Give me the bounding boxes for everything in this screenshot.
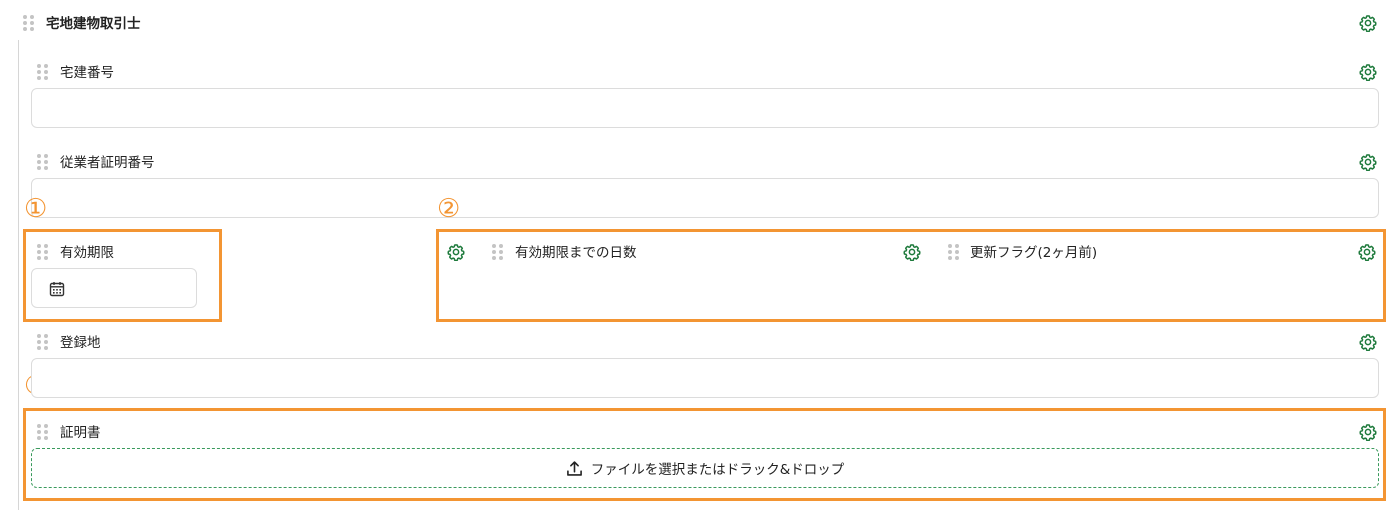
gear-icon[interactable] xyxy=(903,243,921,261)
drag-handle-icon[interactable] xyxy=(37,64,49,80)
gear-icon[interactable] xyxy=(1359,14,1377,32)
registration-place-input[interactable] xyxy=(31,358,1379,398)
upload-icon xyxy=(566,460,582,476)
employee-cert-input[interactable] xyxy=(31,178,1379,218)
drag-handle-icon[interactable] xyxy=(492,244,504,260)
drag-handle-icon[interactable] xyxy=(37,424,49,440)
gear-icon[interactable] xyxy=(1359,153,1377,171)
expiry-date-input[interactable] xyxy=(31,268,197,308)
gear-icon[interactable] xyxy=(1359,63,1377,81)
license-number-label: 宅建番号 xyxy=(60,65,114,81)
drag-handle-icon[interactable] xyxy=(37,244,49,260)
calendar-icon[interactable] xyxy=(49,281,65,297)
employee-cert-label: 従業者証明番号 xyxy=(60,155,155,171)
gear-icon[interactable] xyxy=(447,243,465,261)
annotation-1: ① xyxy=(24,194,48,224)
registration-place-label: 登録地 xyxy=(60,335,101,351)
annotation-2: ② xyxy=(437,194,461,224)
gear-icon[interactable] xyxy=(1359,423,1377,441)
gear-icon[interactable] xyxy=(1359,333,1377,351)
certificate-label: 証明書 xyxy=(60,425,101,441)
file-upload-dropzone[interactable]: ファイルを選択またはドラック&ドロップ xyxy=(31,448,1379,488)
section-guide-line xyxy=(18,40,19,510)
upload-text: ファイルを選択またはドラック&ドロップ xyxy=(590,462,845,478)
drag-handle-icon[interactable] xyxy=(37,334,49,350)
drag-handle-icon[interactable] xyxy=(23,15,35,31)
section-title: 宅地建物取引士 xyxy=(46,16,141,32)
drag-handle-icon[interactable] xyxy=(37,154,49,170)
license-number-input[interactable] xyxy=(31,88,1379,128)
days-until-label: 有効期限までの日数 xyxy=(515,245,637,261)
gear-icon[interactable] xyxy=(1358,243,1376,261)
expiry-label: 有効期限 xyxy=(60,245,114,261)
drag-handle-icon[interactable] xyxy=(948,244,960,260)
renewal-flag-label: 更新フラグ(2ヶ月前) xyxy=(970,245,1098,261)
